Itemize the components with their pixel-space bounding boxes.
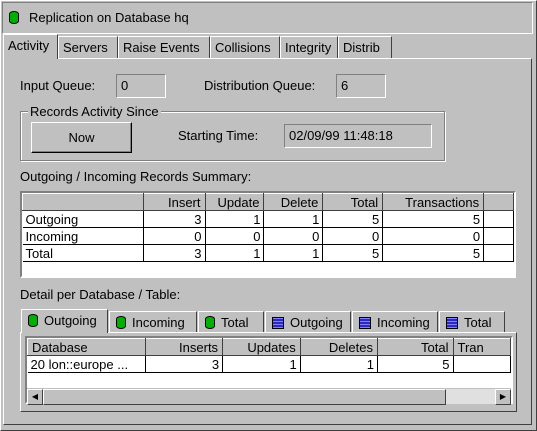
green-database-icon	[28, 314, 38, 327]
tab-servers[interactable]: Servers	[58, 36, 118, 59]
cell: 5	[322, 244, 384, 262]
detail-tabs: Outgoing Incoming Total Outgoing Incomin…	[21, 309, 511, 333]
starting-time-label: Starting Time:	[178, 128, 259, 143]
tab-label: Incoming	[377, 315, 430, 330]
detail-tab-db-outgoing[interactable]: Outgoing	[21, 309, 108, 333]
summary-label: Outgoing / Incoming Records Summary:	[20, 169, 252, 184]
main-tabs: Activity Servers Raise Events Collisions…	[3, 34, 532, 59]
cell: 5	[322, 210, 384, 228]
summary-header[interactable]: Update	[204, 193, 265, 211]
cell: 3	[145, 355, 224, 373]
detail-header[interactable]: Updates	[222, 338, 301, 356]
summary-header[interactable]: Transactions	[382, 193, 485, 211]
tab-activity[interactable]: Activity	[3, 34, 58, 59]
row-label: Outgoing	[22, 210, 144, 228]
detail-tab-db-total[interactable]: Total	[198, 311, 264, 333]
cell: 0	[205, 227, 265, 245]
summary-grid[interactable]: Insert Update Delete Total Transactions …	[20, 191, 516, 278]
detail-header[interactable]: Tran	[452, 338, 511, 356]
table-row[interactable]: Incoming 0 0 0 0 0	[22, 227, 514, 245]
tab-label: Outgoing	[44, 313, 97, 328]
summary-filler-header	[483, 193, 514, 211]
input-queue-label: Input Queue:	[20, 78, 96, 93]
scroll-right-button[interactable]: ▶	[495, 389, 511, 405]
cell: 20 lon::europe ...	[27, 355, 147, 373]
detail-tab-db-incoming[interactable]: Incoming	[109, 311, 197, 333]
detail-tab-table-incoming[interactable]: Incoming	[352, 311, 438, 333]
cell	[483, 210, 514, 228]
detail-tab-table-outgoing[interactable]: Outgoing	[265, 311, 351, 333]
scroll-left-button[interactable]: ◀	[27, 389, 43, 405]
summary-header[interactable]: Total	[322, 193, 384, 211]
cell: 3	[143, 244, 206, 262]
cell	[453, 355, 511, 373]
row-label: Total	[22, 244, 144, 262]
distribution-queue-field: 6	[336, 74, 386, 98]
detail-header[interactable]: Total	[376, 338, 454, 356]
starting-time-field: 02/09/99 11:48:18	[284, 124, 432, 148]
blue-table-icon	[272, 317, 284, 329]
detail-header[interactable]: Database	[27, 338, 147, 356]
detail-header[interactable]: Inserts	[145, 338, 224, 356]
cell	[483, 227, 514, 245]
tab-raise-events[interactable]: Raise Events	[118, 36, 210, 59]
title-bar: Replication on Database hq	[2, 2, 533, 34]
cell: 5	[377, 355, 454, 373]
tab-label: Total	[464, 315, 492, 330]
blue-table-icon	[359, 317, 371, 329]
cell: 0	[263, 227, 324, 245]
cell: 1	[300, 355, 378, 373]
cell: 0	[322, 227, 384, 245]
cell: 1	[222, 355, 301, 373]
input-queue-field: 0	[116, 74, 166, 98]
cell: 1	[263, 244, 324, 262]
summary-header[interactable]: Delete	[263, 193, 324, 211]
cell: 1	[205, 244, 265, 262]
database-icon	[9, 11, 19, 24]
tab-integrity[interactable]: Integrity	[280, 36, 338, 59]
blue-table-icon	[446, 317, 458, 329]
tab-distrib[interactable]: Distrib	[338, 36, 392, 59]
cell: 0	[382, 227, 485, 245]
cell: 0	[143, 227, 206, 245]
scroll-thumb[interactable]	[43, 389, 446, 405]
row-label: Incoming	[22, 227, 144, 245]
detail-header[interactable]: Deletes	[299, 338, 378, 356]
records-activity-label: Records Activity Since	[28, 104, 161, 119]
cell: 1	[263, 210, 324, 228]
table-row[interactable]: 20 lon::europe ... 3 1 1 5	[27, 355, 511, 373]
cell	[483, 244, 514, 262]
table-row[interactable]: Outgoing 3 1 1 5 5	[22, 210, 514, 228]
green-database-icon	[205, 316, 215, 329]
summary-header[interactable]: Insert	[142, 193, 206, 211]
tab-label: Total	[221, 315, 249, 330]
cell: 1	[205, 210, 265, 228]
cell: 5	[382, 210, 485, 228]
cell: 3	[143, 210, 206, 228]
summary-corner-header	[22, 193, 144, 211]
green-database-icon	[116, 316, 126, 329]
tab-label: Incoming	[132, 315, 185, 330]
tab-collisions[interactable]: Collisions	[210, 36, 280, 59]
distribution-queue-label: Distribution Queue:	[204, 78, 316, 93]
table-row[interactable]: Total 3 1 1 5 5	[22, 244, 514, 262]
now-button[interactable]: Now	[31, 122, 132, 153]
cell: 5	[382, 244, 485, 262]
horizontal-scrollbar[interactable]: ◀ ▶	[27, 388, 511, 405]
detail-tab-table-total[interactable]: Total	[439, 311, 505, 333]
window-title: Replication on Database hq	[29, 10, 189, 25]
detail-label: Detail per Database / Table:	[20, 287, 181, 302]
tab-label: Outgoing	[290, 315, 343, 330]
